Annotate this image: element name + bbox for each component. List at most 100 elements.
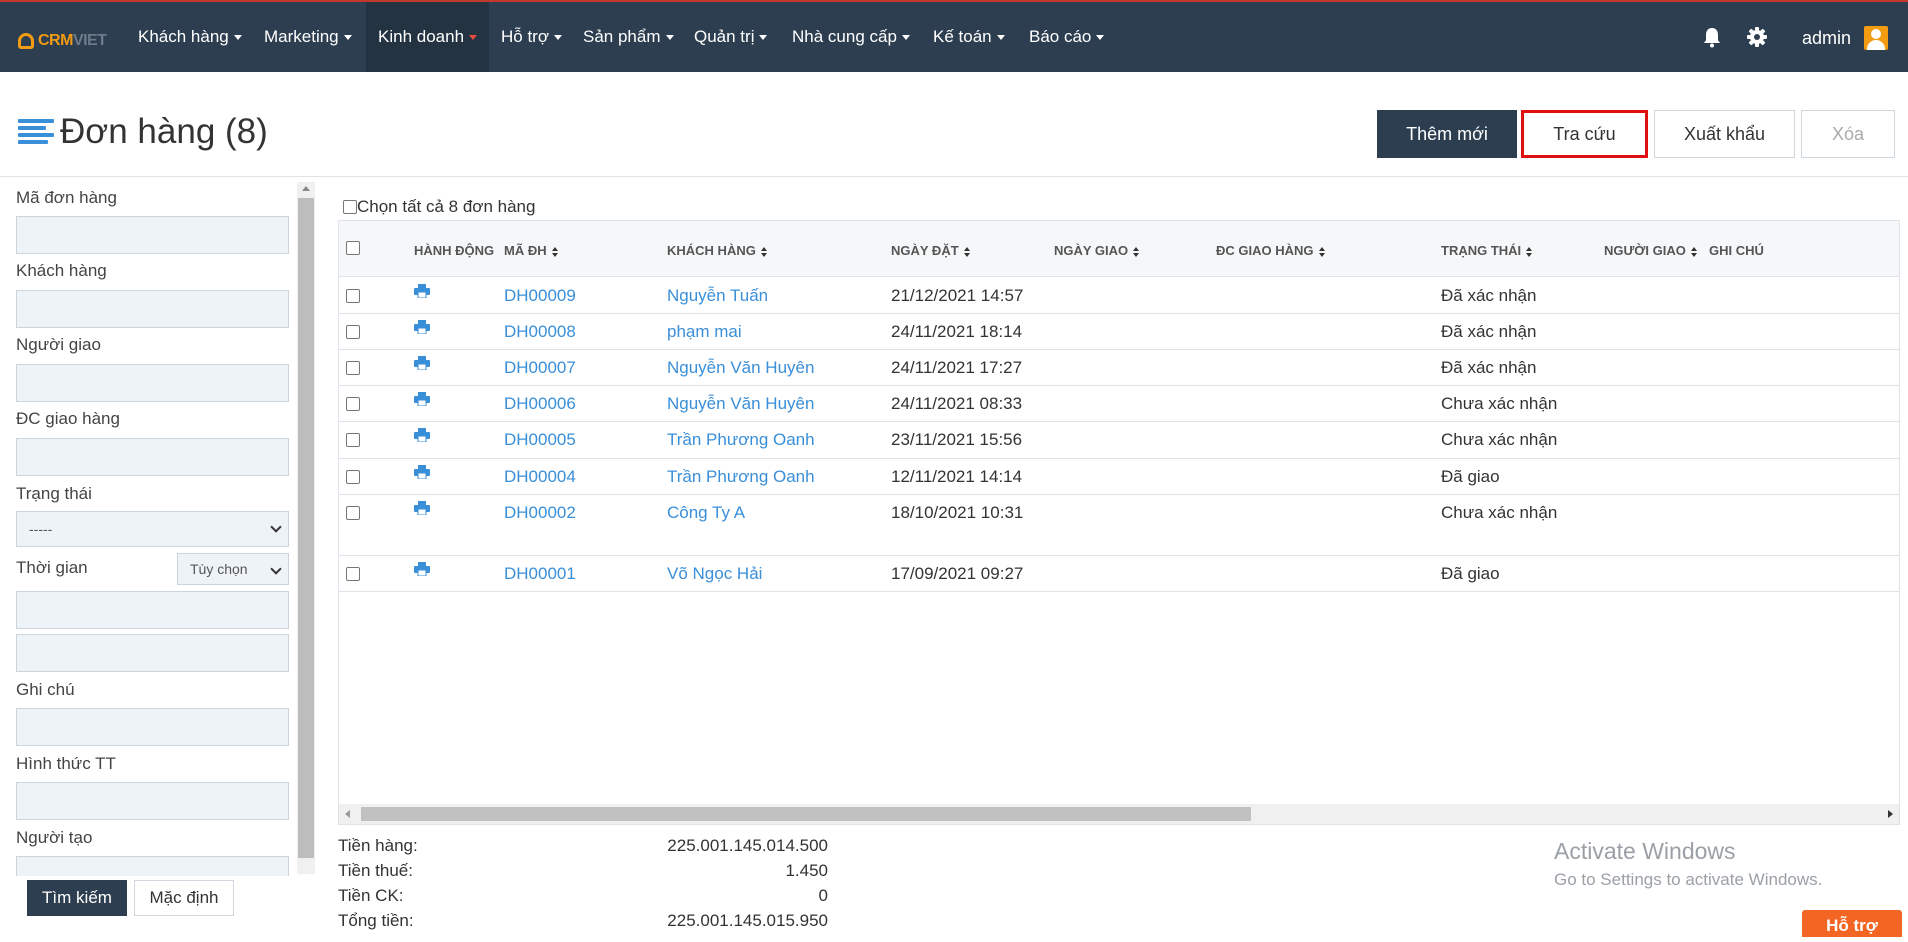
nav-quan-tri[interactable]: Quản trị <box>682 2 779 72</box>
sort-icon[interactable] <box>1318 246 1326 257</box>
sidebar-scrollbar[interactable] <box>297 182 315 874</box>
scroll-up-icon[interactable] <box>302 186 310 191</box>
col-address[interactable]: ĐC GIAO HÀNG <box>1216 243 1326 258</box>
crmviet-logo[interactable]: CRM VIET <box>18 31 107 51</box>
order-code-input[interactable] <box>16 216 289 254</box>
list-icon <box>18 119 54 145</box>
order-code-link[interactable]: DH00006 <box>504 394 576 414</box>
printer-icon[interactable] <box>414 465 430 479</box>
customer-link[interactable]: Trần Phương Oanh <box>667 467 815 487</box>
customer-link[interactable]: Nguyễn Văn Huyên <box>667 394 814 414</box>
avatar[interactable] <box>1864 26 1888 50</box>
col-customer[interactable]: KHÁCH HÀNG <box>667 243 768 258</box>
printer-icon[interactable] <box>414 562 430 576</box>
table-row[interactable]: DH00001 Võ Ngọc Hải 17/09/2021 09:27 Đã gia… <box>339 556 1899 592</box>
col-code[interactable]: MÃ ĐH <box>504 243 559 258</box>
nav-label: Kinh doanh <box>378 27 465 46</box>
time-from-input[interactable] <box>16 591 289 629</box>
col-deliverer[interactable]: NGƯỜI GIAO <box>1604 243 1698 258</box>
sort-icon[interactable] <box>1133 246 1140 257</box>
col-status[interactable]: TRẠNG THÁI <box>1441 243 1533 258</box>
table-row[interactable]: DH00008 phạm mai 24/11/2021 18:14 Đã xác nh… <box>339 314 1899 350</box>
default-button[interactable]: Mặc định <box>134 880 234 916</box>
nav-kinh-doanh[interactable]: Kinh doanh <box>366 2 490 72</box>
table-row[interactable]: DH00004 Trần Phương Oanh 12/11/2021 14:14 Đ… <box>339 459 1899 495</box>
nav-marketing[interactable]: Marketing <box>252 2 364 72</box>
customer-link[interactable]: phạm mai <box>667 322 742 342</box>
select-all-checkbox[interactable] <box>343 200 357 214</box>
bell-icon[interactable] <box>1702 26 1722 48</box>
customer-link[interactable]: Trần Phương Oanh <box>667 430 815 450</box>
search-button[interactable]: Tìm kiếm <box>27 880 127 916</box>
creator-input[interactable] <box>16 856 289 876</box>
address-input[interactable] <box>16 438 289 476</box>
add-new-button[interactable]: Thêm mới <box>1377 110 1517 158</box>
order-code-link[interactable]: DH00009 <box>504 286 576 306</box>
note-input[interactable] <box>16 708 289 746</box>
printer-icon[interactable] <box>414 392 430 406</box>
payment-input[interactable] <box>16 782 289 820</box>
row-checkbox[interactable] <box>346 289 360 303</box>
select-all[interactable]: Chọn tất cả 8 đơn hàng <box>343 197 535 217</box>
printer-icon[interactable] <box>414 356 430 370</box>
printer-icon[interactable] <box>414 501 430 515</box>
row-checkbox[interactable] <box>346 567 360 581</box>
row-checkbox[interactable] <box>346 397 360 411</box>
table-row[interactable]: DH00002 Công Ty A 18/10/2021 10:31 Chưa xác… <box>339 495 1899 556</box>
printer-icon[interactable] <box>414 320 430 334</box>
col-order-date[interactable]: NGÀY ĐẶT <box>891 243 971 258</box>
time-to-input[interactable] <box>16 634 289 672</box>
row-checkbox[interactable] <box>346 433 360 447</box>
table-row[interactable]: DH00006 Nguyễn Văn Huyên 24/11/2021 08:33 C… <box>339 386 1899 422</box>
order-code-link[interactable]: DH00008 <box>504 322 576 342</box>
order-code-link[interactable]: DH00005 <box>504 430 576 450</box>
lookup-button[interactable]: Tra cứu <box>1521 110 1648 158</box>
nav-ke-toan[interactable]: Kế toán <box>921 2 1017 72</box>
sort-icon[interactable] <box>760 246 768 257</box>
customer-link[interactable]: Võ Ngọc Hải <box>667 564 762 584</box>
printer-icon[interactable] <box>414 284 430 298</box>
table-row[interactable]: DH00005 Trần Phương Oanh 23/11/2021 15:56 C… <box>339 422 1899 459</box>
sort-icon[interactable] <box>551 246 559 257</box>
status-select[interactable]: ----- <box>16 511 289 547</box>
row-checkbox[interactable] <box>346 506 360 520</box>
row-checkbox[interactable] <box>346 470 360 484</box>
scrollbar-thumb[interactable] <box>298 198 314 858</box>
deliverer-input[interactable] <box>16 364 289 402</box>
horizontal-scrollbar[interactable] <box>339 804 1899 824</box>
nav-bao-cao[interactable]: Báo cáo <box>1017 2 1116 72</box>
sort-icon[interactable] <box>1690 246 1698 257</box>
order-code-link[interactable]: DH00002 <box>504 503 576 523</box>
table-row[interactable]: DH00009 Nguyễn Tuấn 21/12/2021 14:57 Đã xác… <box>339 278 1899 314</box>
order-code-link[interactable]: DH00004 <box>504 467 576 487</box>
customer-input[interactable] <box>16 290 289 328</box>
user-name[interactable]: admin <box>1802 28 1851 49</box>
nav-ho-tro[interactable]: Hỗ trợ <box>489 2 574 72</box>
nav-san-pham[interactable]: Sản phẩm <box>571 2 686 72</box>
order-code-link[interactable]: DH00001 <box>504 564 576 584</box>
table-row[interactable]: DH00007 Nguyễn Văn Huyên 24/11/2021 17:27 Đ… <box>339 350 1899 386</box>
nav-khach-hang[interactable]: Khách hàng <box>126 2 254 72</box>
customer-link[interactable]: Nguyễn Văn Huyên <box>667 358 814 378</box>
export-button[interactable]: Xuất khẩu <box>1654 110 1795 158</box>
scroll-right-icon[interactable] <box>1888 810 1893 818</box>
delete-button[interactable]: Xóa <box>1801 110 1895 158</box>
header-checkbox[interactable] <box>346 241 360 255</box>
scroll-left-icon[interactable] <box>345 810 350 818</box>
support-button[interactable]: Hỗ trợ <box>1802 910 1902 937</box>
row-checkbox[interactable] <box>346 325 360 339</box>
time-option-select[interactable]: Tùy chọn <box>177 553 289 585</box>
goods-total-value: 225.001.145.014.500 <box>667 836 828 855</box>
col-delivery-date[interactable]: NGÀY GIAO <box>1054 243 1140 258</box>
scrollbar-thumb[interactable] <box>361 807 1251 821</box>
printer-icon[interactable] <box>414 428 430 442</box>
customer-link[interactable]: Công Ty A <box>667 503 745 523</box>
order-date: 12/11/2021 14:14 <box>891 467 1023 486</box>
row-checkbox[interactable] <box>346 361 360 375</box>
gear-icon[interactable] <box>1746 26 1768 48</box>
sort-icon[interactable] <box>963 246 971 257</box>
order-code-link[interactable]: DH00007 <box>504 358 576 378</box>
nav-nha-cung-cap[interactable]: Nhà cung cấp <box>780 2 922 72</box>
customer-link[interactable]: Nguyễn Tuấn <box>667 286 768 306</box>
sort-icon[interactable] <box>1526 246 1533 257</box>
